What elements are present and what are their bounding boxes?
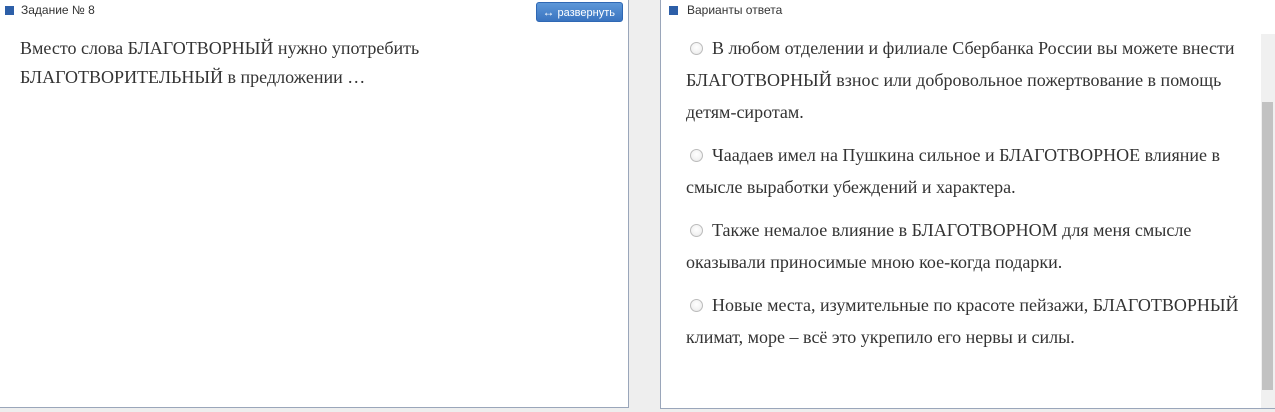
double-arrow-icon: ↔ xyxy=(542,5,555,19)
answer-option[interactable]: В любом отделении и филиале Сбербанка Ро… xyxy=(686,32,1256,128)
task-panel: Задание № 8 ↔ развернуть Вместо слова БЛА… xyxy=(0,0,629,408)
answer-option-text: Чаадаев имел на Пушкина сильное и БЛАГОТ… xyxy=(686,145,1221,197)
answer-option[interactable]: Чаадаев имел на Пушкина сильное и БЛАГОТ… xyxy=(686,139,1256,203)
expand-button[interactable]: ↔ развернуть xyxy=(535,2,623,22)
answer-option[interactable]: Также немалое влияние в БЛАГОТВОРНОМ для… xyxy=(686,214,1256,278)
radio-button[interactable] xyxy=(690,299,703,312)
answers-panel-header: Варианты ответа xyxy=(661,0,1275,24)
answer-options-list: В любом отделении и филиале Сбербанка Ро… xyxy=(686,32,1256,364)
answer-option[interactable]: Новые места, изумительные по красоте пей… xyxy=(686,289,1256,353)
task-panel-header: Задание № 8 ↔ развернуть xyxy=(0,0,628,24)
answer-option-text: В любом отделении и филиале Сбербанка Ро… xyxy=(686,38,1235,122)
scrollbar-thumb[interactable] xyxy=(1262,102,1273,390)
answer-option-text: Также немалое влияние в БЛАГОТВОРНОМ для… xyxy=(686,220,1192,272)
radio-button[interactable] xyxy=(690,149,703,162)
radio-button[interactable] xyxy=(690,224,703,237)
vertical-scrollbar[interactable] xyxy=(1261,34,1275,408)
answers-panel-title: Варианты ответа xyxy=(687,3,783,17)
task-panel-title: Задание № 8 xyxy=(21,3,95,17)
radio-button[interactable] xyxy=(690,42,703,55)
square-marker-icon xyxy=(5,6,14,15)
question-text: Вместо слова БЛАГОТВОРНЫЙ нужно употреби… xyxy=(20,38,420,87)
expand-button-label: развернуть xyxy=(557,7,615,19)
square-marker-icon xyxy=(669,6,678,15)
answers-panel: Варианты ответа В любом отделении и фили… xyxy=(660,0,1275,409)
answer-option-text: Новые места, изумительные по красоте пей… xyxy=(686,295,1239,347)
